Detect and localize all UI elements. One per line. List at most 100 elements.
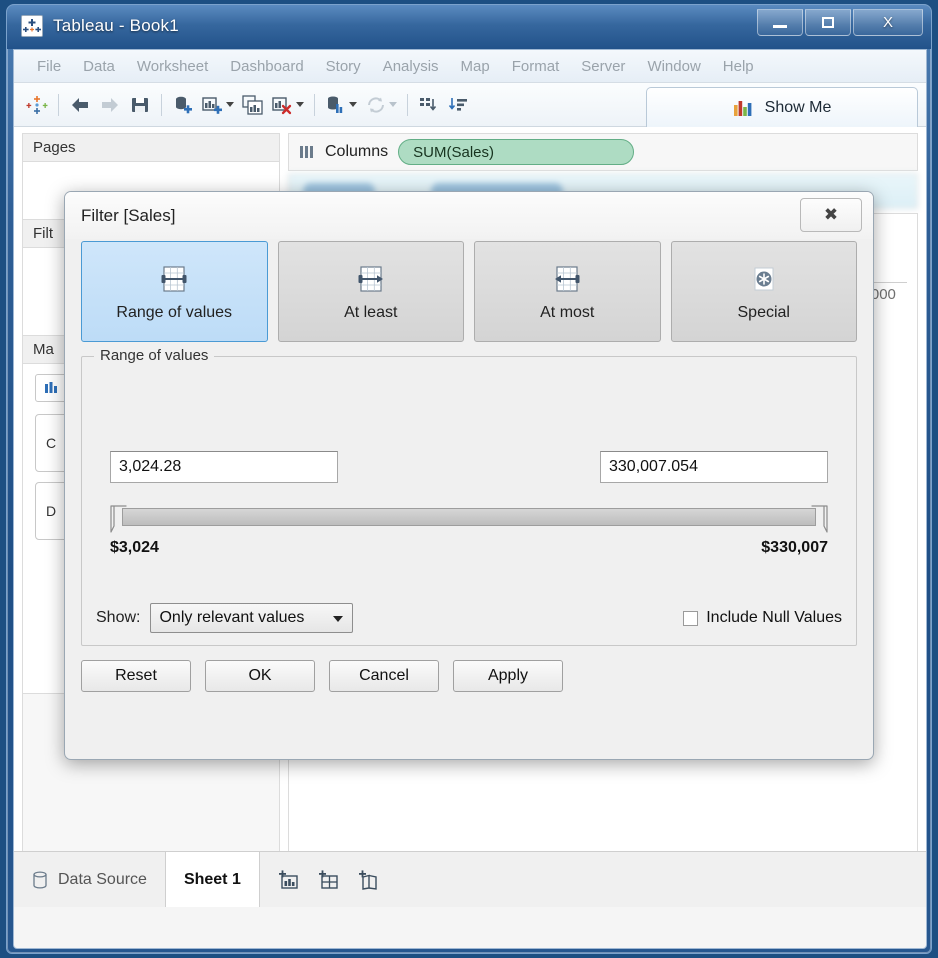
show-label: Show: <box>96 609 141 626</box>
minimize-button[interactable] <box>757 9 803 36</box>
tab-special[interactable]: Special <box>670 241 857 342</box>
columns-shelf[interactable]: Columns SUM(Sales) <box>288 133 918 171</box>
new-data-source-icon[interactable] <box>168 90 198 120</box>
range-slider-handle-min[interactable] <box>110 504 128 534</box>
range-slider-handle-max[interactable] <box>810 504 828 534</box>
menu-data[interactable]: Data <box>72 56 126 77</box>
toolbar: Show Me <box>14 83 926 127</box>
forward-arrow-icon[interactable] <box>95 90 125 120</box>
toolbar-separator <box>161 93 162 116</box>
include-null-values-row[interactable]: Include Null Values <box>683 609 842 627</box>
tab-at-least[interactable]: At least <box>277 241 464 342</box>
marks-detail-label: D <box>46 503 57 519</box>
new-worksheet-icon[interactable] <box>272 863 306 897</box>
filter-dialog: Filter [Sales] ✖ Range of values At leas… <box>64 191 874 760</box>
filter-dialog-title: Filter [Sales] <box>81 205 176 225</box>
menu-server[interactable]: Server <box>570 56 636 77</box>
new-worksheet-icon[interactable] <box>198 90 238 120</box>
show-me-label: Show Me <box>764 98 832 116</box>
data-source-tab[interactable]: Data Source <box>14 852 166 907</box>
tableau-sparkle-icon[interactable] <box>22 90 52 120</box>
filter-dialog-close-button[interactable]: ✖ <box>800 198 862 232</box>
menu-map[interactable]: Map <box>450 56 501 77</box>
menu-analysis[interactable]: Analysis <box>372 56 450 77</box>
show-me-icon <box>733 100 752 116</box>
range-slider-labels: $3,024 $330,007 <box>110 539 828 557</box>
include-null-values-checkbox[interactable] <box>683 610 699 626</box>
range-slider-track[interactable] <box>122 508 816 526</box>
dialog-button-row: Reset OK Cancel Apply <box>81 660 857 692</box>
toolbar-separator <box>407 93 408 116</box>
new-story-icon[interactable] <box>352 863 386 897</box>
data-source-label: Data Source <box>58 870 147 888</box>
tab-at-most[interactable]: At most <box>474 241 661 342</box>
close-button[interactable]: X <box>853 9 923 36</box>
ok-button[interactable]: OK <box>205 660 315 692</box>
chevron-down-icon <box>333 616 344 622</box>
menu-worksheet[interactable]: Worksheet <box>126 56 219 77</box>
clear-sheet-icon[interactable] <box>268 90 308 120</box>
maximize-button[interactable] <box>805 9 851 36</box>
sheet-action-icons <box>260 852 398 907</box>
range-min-input[interactable]: 3,024.28 <box>110 451 338 483</box>
chevron-down-icon[interactable] <box>226 102 234 107</box>
range-min-label: $3,024 <box>110 539 159 556</box>
back-arrow-icon[interactable] <box>65 90 95 120</box>
new-dashboard-icon[interactable] <box>312 863 346 897</box>
database-icon <box>33 870 47 889</box>
toolbar-separator <box>58 93 59 116</box>
window-controls: X <box>755 9 923 36</box>
close-icon: X <box>882 14 893 31</box>
range-slider[interactable] <box>110 502 828 536</box>
chevron-down-icon[interactable] <box>389 102 397 107</box>
tab-range-of-values[interactable]: Range of values <box>81 241 268 342</box>
sort-ascending-icon[interactable] <box>414 90 444 120</box>
pages-shelf-header: Pages <box>23 134 279 162</box>
range-max-input[interactable]: 330,007.054 <box>600 451 828 483</box>
menu-help[interactable]: Help <box>712 56 765 77</box>
tab-label: At most <box>540 303 595 321</box>
menu-file[interactable]: File <box>26 56 72 77</box>
menu-format[interactable]: Format <box>501 56 571 77</box>
show-me-button[interactable]: Show Me <box>646 87 918 127</box>
special-icon <box>754 267 774 290</box>
sheet-tab-label: Sheet 1 <box>183 870 241 888</box>
tab-label: At least <box>344 303 398 321</box>
range-input-row: 3,024.28 330,007.054 <box>110 451 828 483</box>
filter-dialog-body: Range of values At least At most Special… <box>65 241 873 704</box>
at-least-icon <box>358 265 383 292</box>
at-most-icon <box>555 265 580 292</box>
swap-data-icon[interactable] <box>321 90 361 120</box>
columns-shelf-label: Columns <box>325 143 389 160</box>
duplicate-sheet-icon[interactable] <box>238 90 268 120</box>
show-values-dropdown[interactable]: Only relevant values <box>150 603 354 633</box>
apply-button[interactable]: Apply <box>453 660 563 692</box>
menu-window[interactable]: Window <box>636 56 711 77</box>
chevron-down-icon[interactable] <box>296 102 304 107</box>
title-bar: Tableau - Book1 X <box>7 5 931 49</box>
tab-label: Special <box>737 303 790 321</box>
menu-dashboard[interactable]: Dashboard <box>219 56 314 77</box>
window-title: Tableau - Book1 <box>53 16 179 35</box>
status-bar: Data Source Sheet 1 <box>14 851 926 907</box>
range-of-values-icon <box>161 265 187 292</box>
chevron-down-icon[interactable] <box>349 102 357 107</box>
columns-pill-sum-sales[interactable]: SUM(Sales) <box>398 139 635 165</box>
filter-mode-tabs: Range of values At least At most Special <box>81 241 857 342</box>
cancel-button[interactable]: Cancel <box>329 660 439 692</box>
sheet-tab-sheet1[interactable]: Sheet 1 <box>165 852 260 907</box>
show-options-row: Show: Only relevant values Include Null … <box>96 603 842 633</box>
filter-dialog-titlebar: Filter [Sales] ✖ <box>65 192 873 239</box>
toolbar-separator <box>314 93 315 116</box>
range-of-values-group: Range of values 3,024.28 330,007.054 $3,… <box>81 347 857 646</box>
menu-story[interactable]: Story <box>315 56 372 77</box>
columns-icon <box>300 146 313 158</box>
reset-button[interactable]: Reset <box>81 660 191 692</box>
tab-label: Range of values <box>116 303 233 321</box>
range-group-title: Range of values <box>94 347 215 364</box>
refresh-icon[interactable] <box>361 90 401 120</box>
marks-color-label: C <box>46 435 57 451</box>
range-max-label: $330,007 <box>761 539 828 556</box>
save-icon[interactable] <box>125 90 155 120</box>
sort-descending-icon[interactable] <box>444 90 474 120</box>
